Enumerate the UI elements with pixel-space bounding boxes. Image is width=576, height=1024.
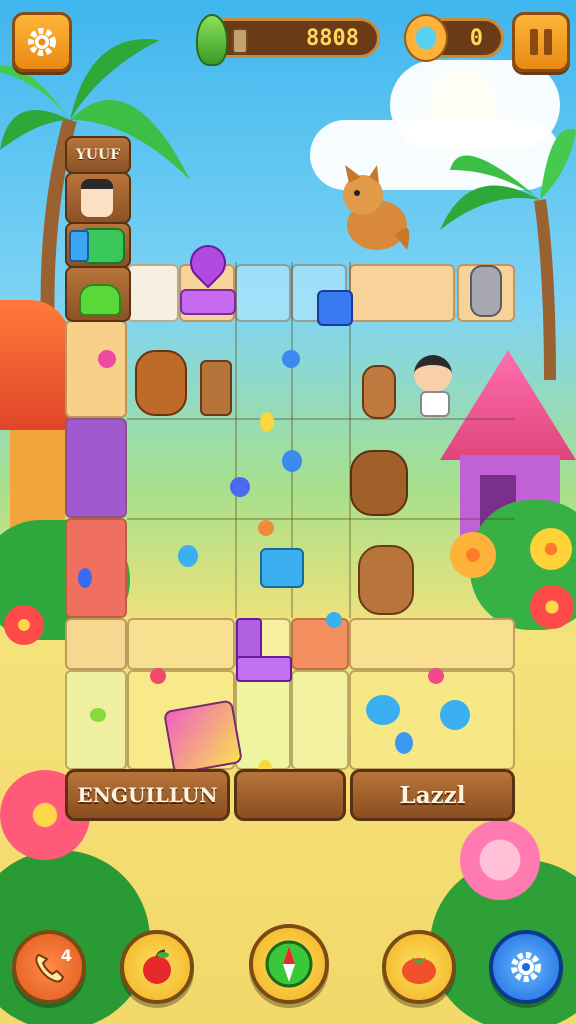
side-panel-header-label: YUUF (75, 147, 121, 163)
small-anteater-piece[interactable] (362, 365, 396, 419)
totem-piece[interactable] (200, 360, 232, 416)
grid-line (127, 418, 515, 420)
candy (428, 668, 444, 684)
purple-location-pin-piece[interactable] (180, 237, 236, 315)
green-slime-icon (79, 284, 121, 316)
anteater-piece[interactable] (135, 350, 187, 416)
board-tile[interactable] (349, 618, 515, 670)
anteater-piece[interactable] (358, 545, 414, 615)
flower (4, 605, 44, 645)
game-scene: YUUF 8808 0 ENGUILLUN Lazzl 4 (0, 0, 576, 1024)
board-tile[interactable] (65, 320, 127, 418)
right-label-text: Lazzl (399, 781, 466, 809)
candy (150, 668, 166, 684)
candy (90, 708, 106, 722)
smiling-flower (460, 820, 540, 900)
side-panel-slot[interactable] (65, 266, 131, 322)
candy (258, 520, 274, 536)
candy (178, 545, 198, 567)
phone-booster-badge: 4 (60, 946, 72, 965)
stone-idol-piece[interactable] (470, 265, 502, 317)
tomato-booster-button[interactable] (382, 930, 456, 1004)
grid-line (127, 518, 515, 520)
board-tile[interactable] (235, 670, 291, 770)
hut-left (0, 300, 70, 530)
settings-round-button[interactable] (489, 930, 563, 1004)
coin-counter-value: 8808 (306, 25, 359, 51)
tomato-icon (402, 957, 436, 984)
candy (260, 412, 274, 432)
right-label-button[interactable]: Lazzl (350, 769, 515, 821)
puzzle-board (65, 262, 517, 772)
gem-counter-value: 0 (469, 25, 483, 51)
board-tile[interactable] (349, 264, 455, 322)
side-panel-slot[interactable] (65, 172, 131, 224)
candy (366, 695, 400, 725)
armadillo-piece[interactable] (350, 450, 408, 516)
child-character-piece[interactable] (412, 355, 454, 417)
flower (530, 585, 574, 629)
bush (0, 850, 150, 1024)
board-tile[interactable] (65, 418, 127, 518)
board-tile[interactable] (291, 618, 349, 670)
phone-booster-button[interactable]: 4 (12, 930, 86, 1004)
pause-button[interactable] (512, 12, 570, 72)
side-panel-slot[interactable] (65, 222, 131, 268)
gear-icon (511, 952, 541, 982)
candy (78, 568, 92, 588)
compass-booster-button[interactable] (249, 924, 329, 1004)
blue-gem-icon (404, 14, 448, 62)
flower (530, 528, 572, 570)
candy (395, 732, 413, 754)
board-tile[interactable] (127, 264, 179, 322)
blue-cube-piece[interactable] (260, 548, 304, 588)
candy (326, 612, 342, 628)
pause-icon (530, 29, 552, 55)
board-tile[interactable] (65, 518, 127, 618)
left-label-text: ENGUILLUN (77, 783, 218, 807)
candy (282, 450, 302, 472)
gear-icon (28, 28, 56, 56)
torch-icon (232, 28, 248, 54)
apple-icon (143, 949, 171, 984)
blue-cube-piece[interactable] (317, 290, 353, 326)
board-tile[interactable] (127, 618, 235, 670)
candy (230, 477, 250, 497)
compass-icon (265, 940, 313, 988)
green-fish-icon (196, 14, 228, 66)
board-tile[interactable] (65, 618, 127, 670)
apple-booster-button[interactable] (120, 930, 194, 1004)
board-tile[interactable] (291, 670, 349, 770)
grid-line (235, 262, 237, 618)
settings-button[interactable] (12, 12, 72, 72)
blue-block-icon (69, 230, 89, 262)
purple-l-block-piece[interactable] (236, 618, 292, 682)
child-portrait-icon (81, 179, 113, 217)
candy (440, 700, 470, 730)
side-panel-header: YUUF (65, 136, 131, 174)
pink-swirl-block-piece[interactable] (162, 699, 244, 775)
board-tile[interactable] (235, 264, 291, 322)
left-label-button[interactable]: ENGUILLUN (65, 769, 230, 821)
fox-character (343, 165, 410, 250)
candy (282, 350, 300, 368)
middle-label-button[interactable] (234, 769, 346, 821)
candy (98, 350, 116, 368)
